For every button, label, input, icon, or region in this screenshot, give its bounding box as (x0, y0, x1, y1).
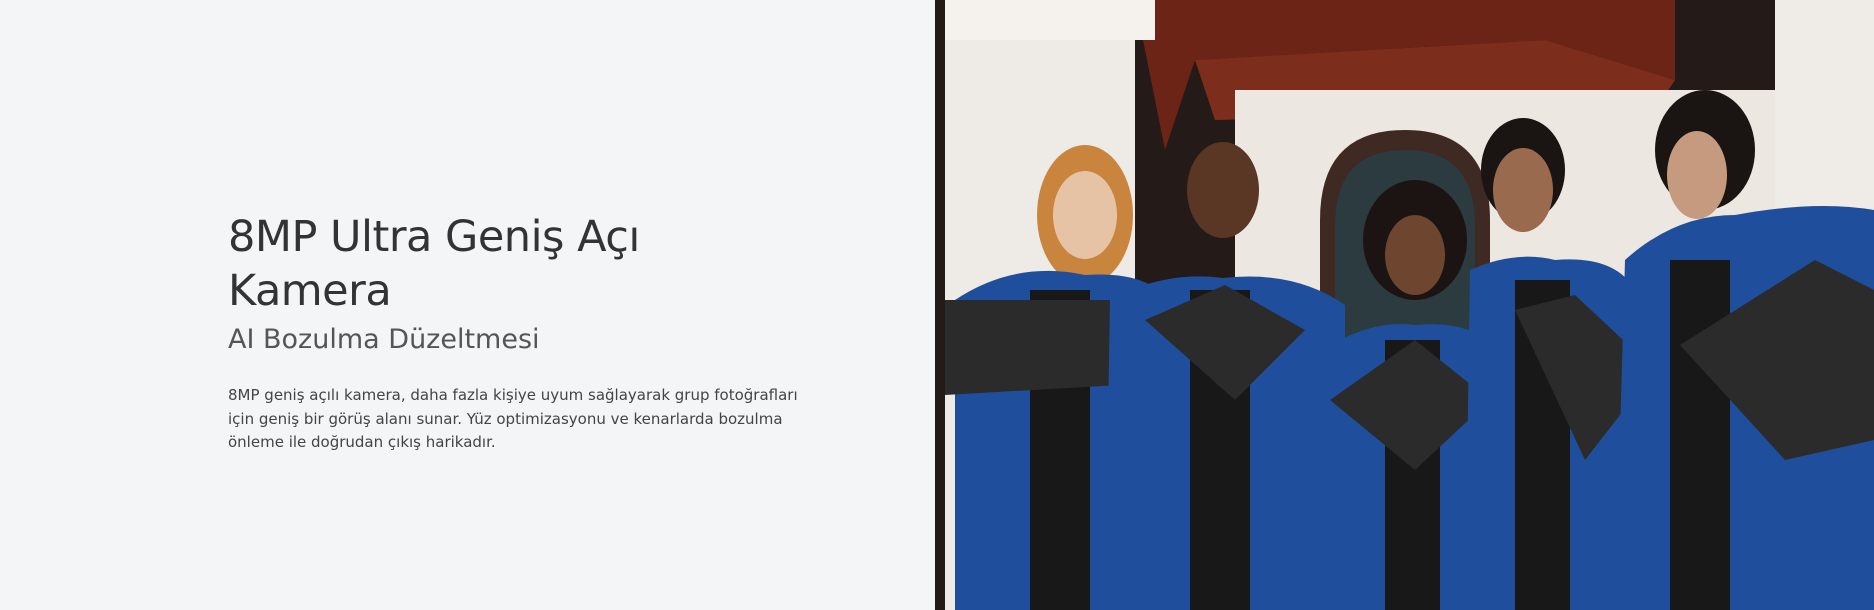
feature-title: 8MP Ultra Geniş Açı Kamera (228, 212, 640, 316)
feature-text-block: 8MP Ultra Geniş Açı Kamera AI Bozulma Dü… (228, 210, 808, 455)
feature-description: 8MP geniş açılı kamera, daha fazla kişiy… (228, 386, 798, 451)
feature-subtitle: AI Bozulma Düzeltmesi (228, 324, 540, 355)
feature-section: 8MP Ultra Geniş Açı Kamera AI Bozulma Dü… (0, 0, 1874, 610)
text-panel: 8MP Ultra Geniş Açı Kamera AI Bozulma Dü… (0, 0, 935, 610)
graduation-group-photo (935, 0, 1874, 610)
